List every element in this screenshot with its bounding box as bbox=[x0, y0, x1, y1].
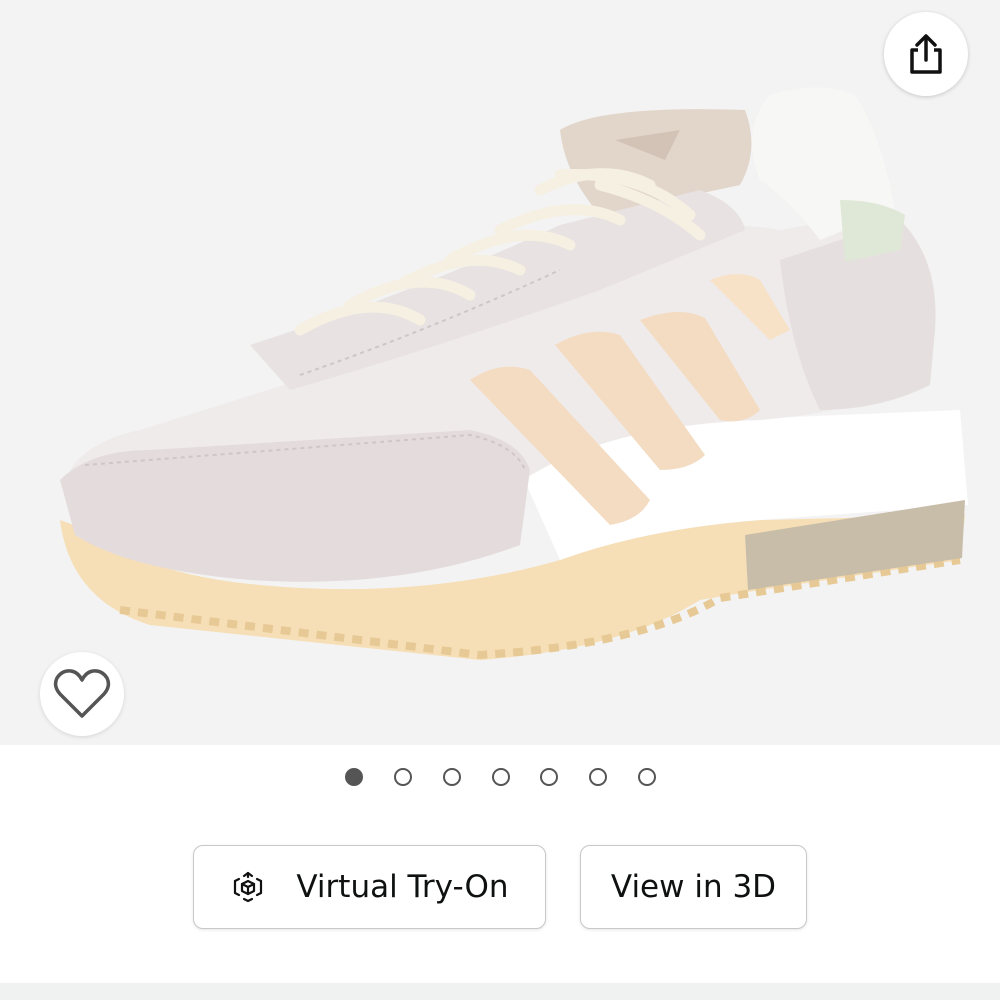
pagination-dot[interactable] bbox=[638, 768, 656, 786]
ar-cube-icon bbox=[234, 871, 263, 903]
pagination-dot[interactable] bbox=[492, 768, 510, 786]
section-divider bbox=[0, 983, 1000, 1000]
pagination-dot[interactable] bbox=[589, 768, 607, 786]
product-image-carousel[interactable] bbox=[0, 0, 1000, 745]
pagination-dot[interactable] bbox=[394, 768, 412, 786]
sneaker-product-photo bbox=[60, 87, 968, 660]
share-icon bbox=[910, 34, 942, 74]
virtual-tryon-label: Virtual Try-On bbox=[296, 869, 509, 905]
pagination-dot[interactable] bbox=[443, 768, 461, 786]
add-to-favorites-button[interactable] bbox=[40, 652, 124, 736]
virtual-tryon-button[interactable]: Virtual Try-On bbox=[193, 845, 546, 929]
share-button[interactable] bbox=[884, 12, 968, 96]
product-detail-page: Virtual Try-On View in 3D bbox=[0, 0, 1000, 1000]
heart-icon bbox=[53, 669, 111, 718]
view-in-3d-button[interactable]: View in 3D bbox=[580, 845, 807, 929]
pagination-dot-active[interactable] bbox=[345, 768, 363, 786]
image-pagination bbox=[0, 768, 1000, 790]
view-in-3d-label: View in 3D bbox=[610, 869, 777, 905]
pagination-dot[interactable] bbox=[540, 768, 558, 786]
